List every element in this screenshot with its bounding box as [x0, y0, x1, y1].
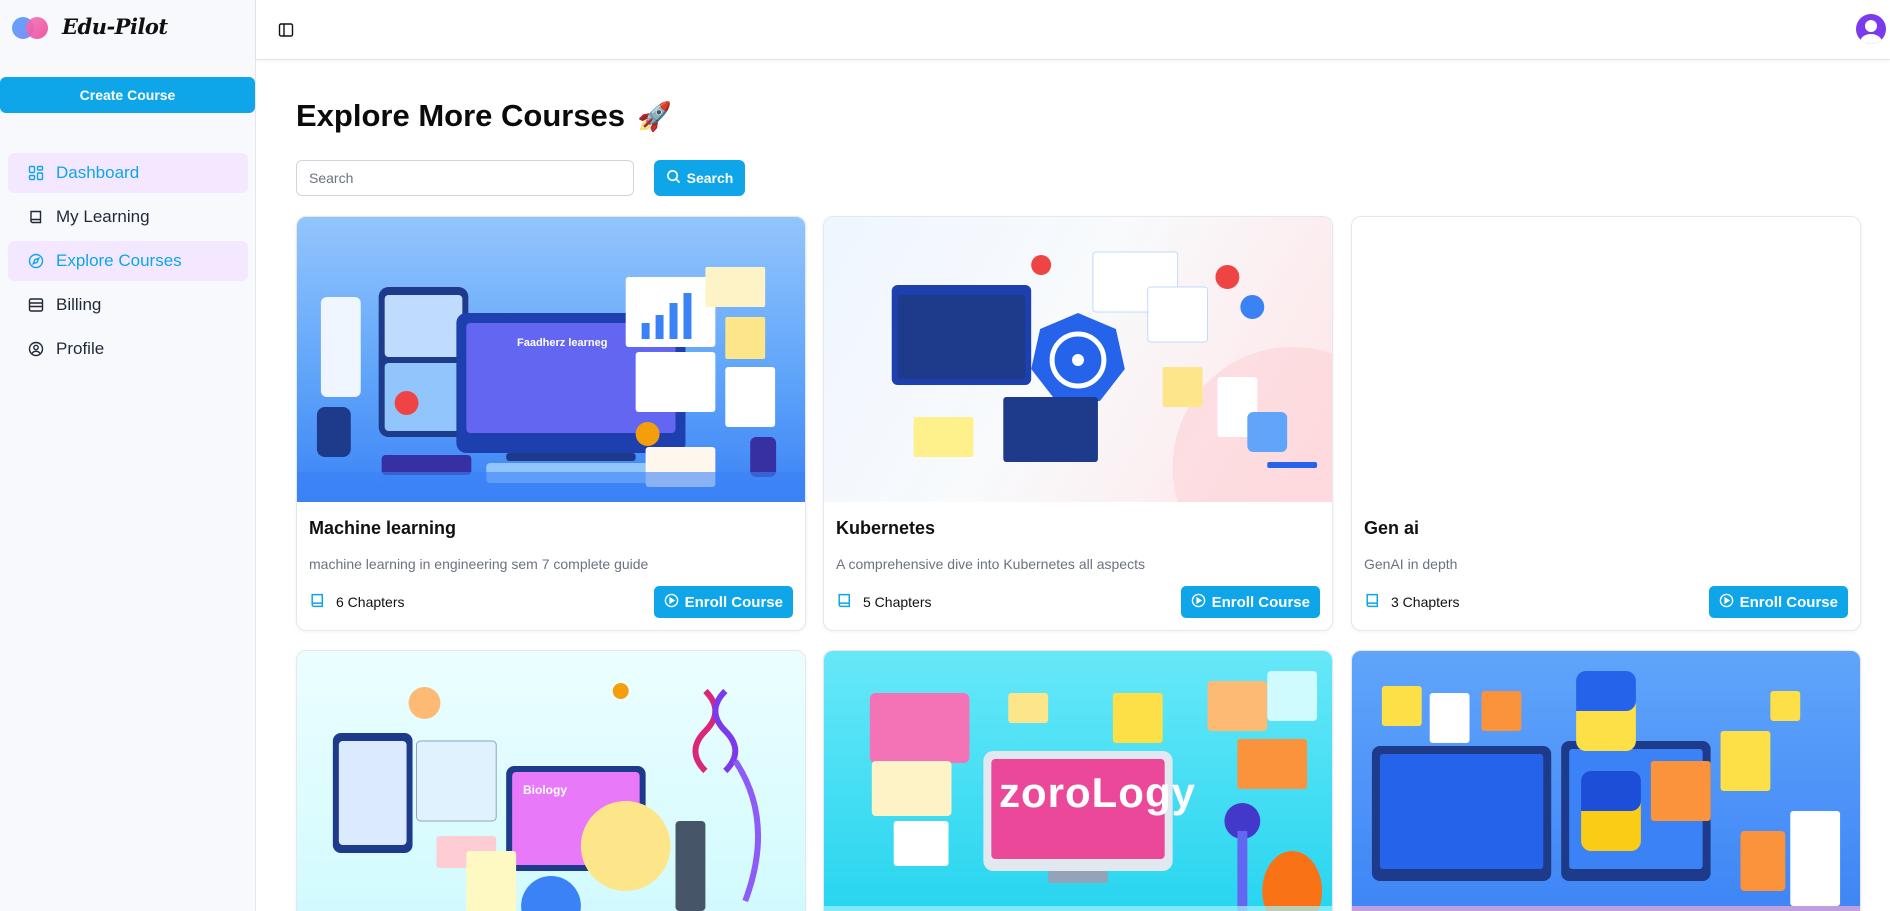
chapter-count-label: 3 Chapters: [1391, 594, 1460, 610]
layout-grid-icon: [28, 165, 44, 181]
app-logo[interactable]: Edu-Pilot: [12, 14, 168, 39]
sidebar-item-profile[interactable]: Profile: [8, 329, 248, 369]
page-title-text: Explore More Courses: [296, 98, 626, 133]
rocket-icon: 🚀: [637, 100, 672, 132]
enroll-course-button[interactable]: Enroll Course: [653, 586, 793, 618]
sidebar-item-label: Explore Courses: [56, 251, 182, 270]
logo-icon: [12, 15, 56, 39]
book-icon: [836, 592, 853, 612]
book-icon: [309, 592, 326, 612]
course-thumbnail: [1352, 217, 1860, 502]
course-banner-text: Faadherz learneg: [517, 337, 608, 349]
search-button[interactable]: Search: [654, 160, 745, 196]
chapter-count-label: 5 Chapters: [863, 594, 932, 610]
sidebar-item-dashboard[interactable]: Dashboard: [8, 153, 248, 193]
book-icon: [1364, 592, 1381, 612]
enroll-course-button[interactable]: Enroll Course: [1180, 586, 1320, 618]
chapter-count-label: 6 Chapters: [336, 594, 405, 610]
course-thumbnail: zoroLogy: [824, 651, 1332, 911]
chapter-count: 6 Chapters: [309, 592, 404, 612]
chapter-count: 3 Chapters: [1364, 592, 1459, 612]
course-card-machine-learning[interactable]: Faadherz learneg Machine learning machin…: [296, 216, 806, 631]
search-input[interactable]: [296, 160, 634, 196]
create-course-button[interactable]: Create Course: [0, 77, 255, 113]
sidebar-item-my-learning[interactable]: My Learning: [8, 197, 248, 237]
enroll-label: Enroll Course: [684, 593, 783, 611]
course-title: Kubernetes: [836, 518, 936, 538]
play-circle-icon: [664, 593, 679, 612]
course-thumbnail: Faadherz learneg: [297, 217, 805, 502]
course-card-gen-ai[interactable]: Gen ai GenAI in depth 3 Chapters Enroll …: [1351, 216, 1861, 631]
enroll-label: Enroll Course: [1211, 593, 1310, 611]
panel-left-icon[interactable]: [278, 22, 294, 38]
search-button-label: Search: [686, 170, 734, 186]
course-description: machine learning in engineering sem 7 co…: [309, 556, 649, 572]
course-description: GenAI in depth: [1364, 556, 1458, 572]
user-avatar-icon[interactable]: [1856, 14, 1886, 44]
course-card-zoology[interactable]: zoroLogy: [823, 650, 1333, 911]
enroll-label: Enroll Course: [1739, 593, 1838, 611]
course-description: A comprehensive dive into Kubernetes all…: [836, 556, 1145, 572]
play-circle-icon: [1191, 593, 1206, 612]
sidebar-item-label: Billing: [56, 295, 102, 314]
search-icon: [666, 169, 681, 187]
sidebar-item-label: Profile: [56, 339, 105, 358]
course-card-biology[interactable]: Biology: [296, 650, 806, 911]
course-banner-text: zoroLogy: [999, 769, 1196, 816]
book-icon: [28, 209, 44, 225]
play-circle-icon: [1719, 593, 1734, 612]
course-banner-text: Biology: [523, 783, 567, 797]
course-thumbnail: [1352, 651, 1860, 911]
course-title: Machine learning: [309, 518, 457, 538]
compass-icon: [28, 253, 44, 269]
top-bar: [256, 0, 1890, 60]
page-title: Explore More Courses 🚀: [296, 98, 672, 134]
course-title: Gen ai: [1364, 518, 1420, 538]
enroll-course-button[interactable]: Enroll Course: [1708, 586, 1848, 618]
user-circle-icon: [28, 341, 44, 357]
sidebar-item-label: Dashboard: [56, 163, 140, 182]
course-card-kubernetes[interactable]: Kubernetes A comprehensive dive into Kub…: [823, 216, 1333, 631]
sidebar: Edu-Pilot Create Course Dashboard My Lea…: [0, 0, 256, 911]
sidebar-item-billing[interactable]: Billing: [8, 285, 248, 325]
chapter-count: 5 Chapters: [836, 592, 931, 612]
sidebar-nav: Dashboard My Learning Explore Courses Bi…: [8, 153, 248, 373]
course-card-python[interactable]: [1351, 650, 1861, 911]
course-thumbnail: Biology: [297, 651, 805, 911]
sidebar-item-label: My Learning: [56, 207, 150, 226]
app-name: Edu-Pilot: [62, 14, 168, 39]
sidebar-item-explore-courses[interactable]: Explore Courses: [8, 241, 248, 281]
course-thumbnail: [824, 217, 1332, 502]
archive-icon: [28, 297, 44, 313]
